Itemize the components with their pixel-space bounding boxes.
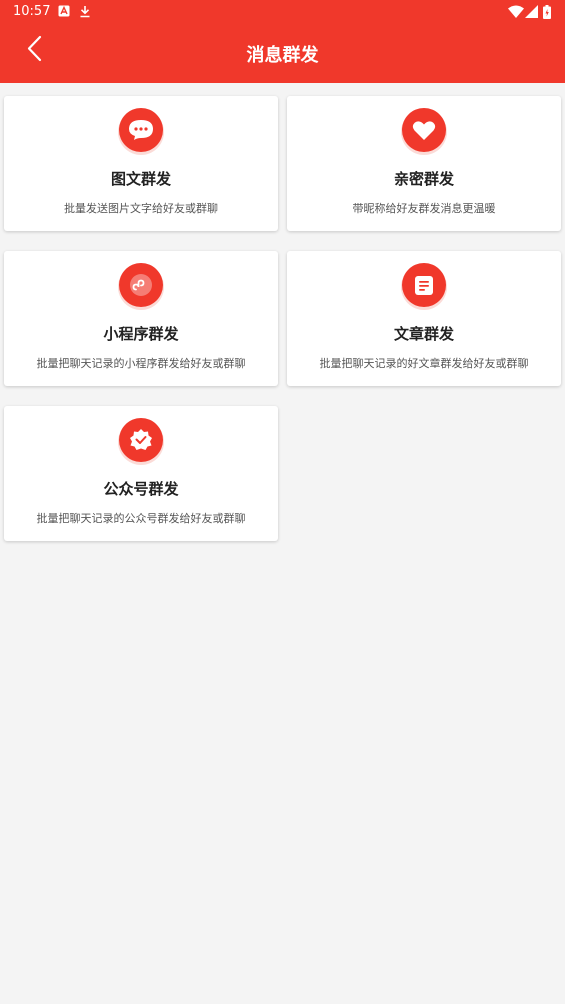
page-title: 消息群发	[246, 45, 319, 66]
official-account-icon	[118, 418, 164, 465]
card-article-broadcast[interactable]: 文章群发 批量把聊天记录的好文章群发给好友或群聊	[287, 251, 561, 386]
nav-bar: 消息群发	[0, 24, 565, 83]
notification-app-icon	[58, 5, 70, 17]
wifi-icon	[508, 5, 524, 18]
card-mini-program-broadcast[interactable]: 小程序群发 批量把聊天记录的小程序群发给好友或群聊	[4, 251, 278, 386]
card-description: 批量发送图片文字给好友或群聊	[64, 202, 218, 215]
card-description: 批量把聊天记录的小程序群发给好友或群聊	[36, 357, 246, 370]
card-title: 图文群发	[110, 170, 171, 188]
battery-icon	[543, 5, 551, 19]
card-description: 批量把聊天记录的好文章群发给好友或群聊	[319, 357, 529, 370]
card-description: 带昵称给好友群发消息更温暖	[352, 202, 496, 215]
card-title: 文章群发	[393, 325, 454, 343]
card-description: 批量把聊天记录的公众号群发给好友或群聊	[36, 512, 246, 525]
card-title: 小程序群发	[103, 325, 179, 343]
heart-icon	[401, 108, 447, 155]
status-bar: 10:57	[0, 0, 565, 24]
card-official-account-broadcast[interactable]: 公众号群发 批量把聊天记录的公众号群发给好友或群聊	[4, 406, 278, 541]
download-icon	[80, 6, 90, 18]
app-header: 10:57 消息群发	[0, 0, 565, 83]
card-title: 公众号群发	[103, 480, 179, 498]
card-title: 亲密群发	[393, 170, 454, 188]
status-time: 10:57	[13, 4, 51, 19]
mini-program-icon	[118, 263, 164, 310]
article-icon	[401, 263, 447, 310]
signal-icon	[525, 5, 538, 18]
card-intimate-broadcast[interactable]: 亲密群发 带昵称给好友群发消息更温暖	[287, 96, 561, 231]
card-image-text-broadcast[interactable]: 图文群发 批量发送图片文字给好友或群聊	[4, 96, 278, 231]
chat-bubble-icon	[118, 108, 164, 155]
